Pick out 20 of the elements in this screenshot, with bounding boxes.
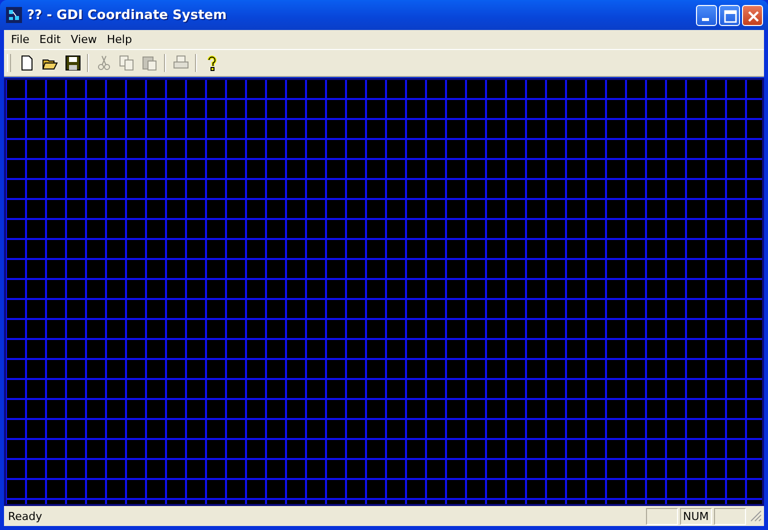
- status-indicator: NUM: [680, 508, 712, 524]
- minimize-icon: [702, 18, 709, 20]
- menu-item[interactable]: Help: [102, 33, 137, 46]
- clipboard-icon: [142, 55, 158, 71]
- status-message: Ready: [7, 510, 44, 522]
- document-icon: [18, 55, 34, 71]
- status-pane: [646, 508, 678, 524]
- menu-item[interactable]: View: [66, 33, 102, 46]
- pages-icon: [118, 55, 134, 71]
- app-icon: [6, 7, 22, 23]
- status-pane: [714, 508, 746, 524]
- window-title: ?? - GDI Coordinate System: [27, 8, 228, 22]
- minimize-button[interactable]: [696, 4, 717, 26]
- scissors-icon: [96, 55, 112, 71]
- close-button[interactable]: [742, 4, 763, 26]
- menu-item[interactable]: File: [6, 33, 34, 46]
- maximize-button[interactable]: [719, 4, 740, 26]
- menu-item[interactable]: Edit: [34, 33, 66, 46]
- printer-icon: [172, 55, 188, 71]
- resize-grip: [750, 510, 762, 522]
